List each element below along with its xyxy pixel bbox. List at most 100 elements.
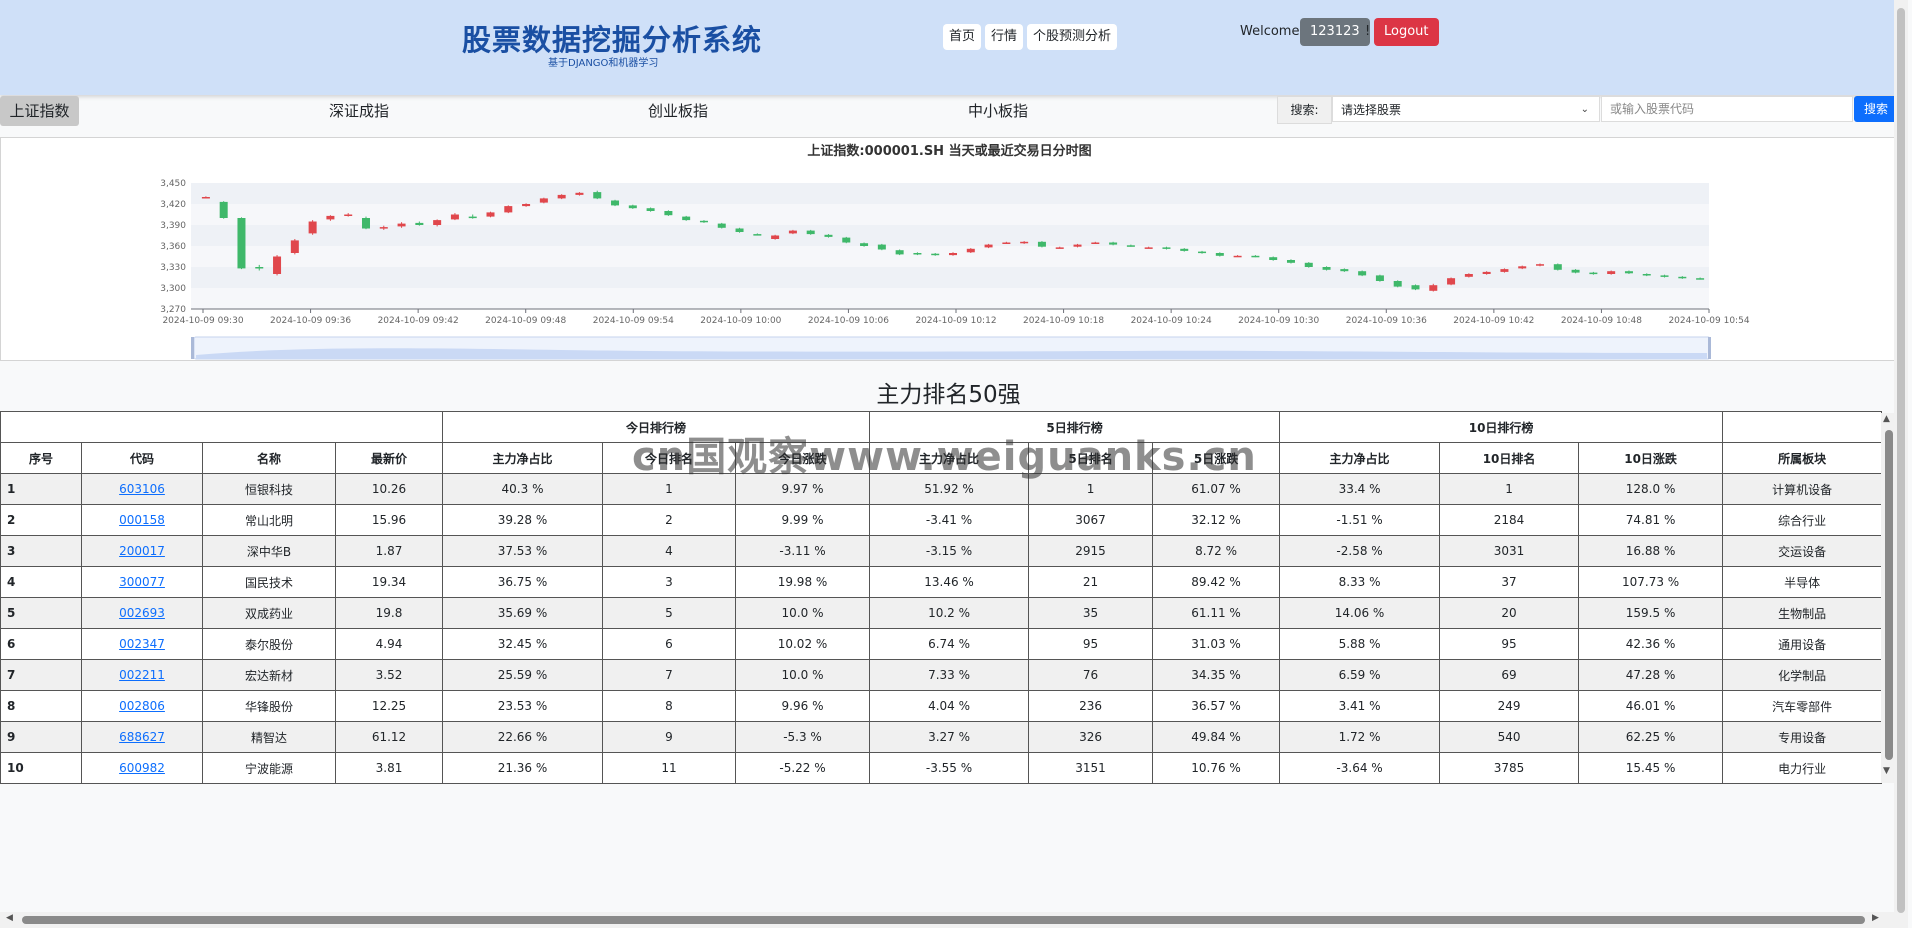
table-cell: 3785 xyxy=(1439,752,1580,784)
candle-body xyxy=(1269,257,1278,260)
table-cell: 69 xyxy=(1439,659,1580,691)
table-row[interactable]: 3 200017 深中华B 1.87 37.53 % 4 -3.11 % -3.15 % 291… xyxy=(0,535,1883,567)
group-header-blank xyxy=(0,411,443,443)
candle-body xyxy=(628,205,637,209)
table-cell: -3.15 % xyxy=(869,535,1030,567)
table-cell: 3 xyxy=(602,566,736,598)
x-tick-label: 2024-10-09 10:30 xyxy=(1238,316,1319,326)
table-cell: 专用设备 xyxy=(1722,721,1883,753)
candle-body xyxy=(522,204,531,207)
username-badge[interactable]: 123123 xyxy=(1300,18,1370,46)
group-header-5day: 5日排行榜 xyxy=(869,411,1281,443)
chevron-down-icon: ⌄ xyxy=(1580,104,1589,115)
table-row[interactable]: 4 300077 国民技术 19.34 36.75 % 3 19.98 % 13.46 % 21… xyxy=(0,566,1883,598)
grid-band xyxy=(191,183,1709,204)
x-tick-label: 2024-10-09 10:06 xyxy=(808,316,889,326)
table-row[interactable]: 5 002693 双成药业 19.8 35.69 % 5 10.0 % 10.2 % 35 61.… xyxy=(0,597,1883,629)
table-row[interactable]: 1 603106 恒银科技 10.26 40.3 % 1 9.97 % 51.92 % 1 61.… xyxy=(0,473,1883,505)
candle-body xyxy=(1073,244,1082,247)
candle-body xyxy=(1020,241,1029,244)
search-button[interactable]: 搜索 xyxy=(1854,96,1898,122)
tab-shanghai-index[interactable]: 上证指数 xyxy=(0,96,79,126)
nav-home[interactable]: 首页 xyxy=(943,24,982,50)
candle-body xyxy=(486,212,495,217)
table-row[interactable]: 2 000158 常山北明 15.96 39.28 % 2 9.99 % -3.41 % 306… xyxy=(0,504,1883,536)
table-row[interactable]: 6 002347 泰尔股份 4.94 32.45 % 6 10.02 % 6.74 % 95 31… xyxy=(0,628,1883,660)
table-row[interactable]: 7 002211 宏达新材 3.52 25.59 % 7 10.0 % 7.33 % 76 34.… xyxy=(0,659,1883,691)
candle-body xyxy=(1322,267,1331,270)
table-cell: 34.35 % xyxy=(1152,659,1281,691)
table-row[interactable]: 8 002806 华锋股份 12.25 23.53 % 8 9.96 % 4.04 % 236 3… xyxy=(0,690,1883,722)
column-header: 10日排名 xyxy=(1439,442,1580,474)
candle-body xyxy=(433,220,442,225)
table-row[interactable]: 10 600982 宁波能源 3.81 21.36 % 11 -5.22 % -3.55 % 3… xyxy=(0,752,1883,784)
page-horizontal-scrollbar-thumb[interactable] xyxy=(22,916,1865,924)
table-scrollbar-thumb[interactable] xyxy=(1885,430,1893,760)
candle-body xyxy=(273,256,282,274)
stock-code-link[interactable]: 002693 xyxy=(119,606,165,620)
table-row[interactable]: 9 688627 精智达 61.12 22.66 % 9 -5.3 % 3.27 % 326 49… xyxy=(0,721,1883,753)
page-vertical-scrollbar-thumb[interactable] xyxy=(1897,8,1905,913)
candle-body xyxy=(1251,255,1260,258)
index-tab-bar: 上证指数 深证成指 创业板指 中小板指 搜索: 请选择股票 ⌄ 搜索 xyxy=(0,96,1898,136)
candle-body xyxy=(1411,285,1420,290)
candle-body xyxy=(1055,247,1064,249)
stock-code-link[interactable]: 688627 xyxy=(119,730,165,744)
nav-market[interactable]: 行情 xyxy=(985,24,1024,50)
logout-button[interactable]: Logout xyxy=(1374,18,1439,46)
candle-body xyxy=(1642,274,1651,276)
table-cell: 半导体 xyxy=(1722,566,1883,598)
stock-code-link[interactable]: 300077 xyxy=(119,575,165,589)
candle-body xyxy=(1678,276,1687,279)
top-header: 股票数据挖掘分析系统 基于DJANGO和机器学习 首页 行情 个股预测分析 We… xyxy=(0,0,1897,95)
tab-sme-index[interactable]: 中小板指 xyxy=(968,96,1028,126)
table-cell: 326 xyxy=(1028,721,1154,753)
candle-body xyxy=(1553,264,1562,270)
table-cell: 3.81 xyxy=(335,752,443,784)
table-cell: 计算机设备 xyxy=(1722,473,1883,505)
table-cell: 21.36 % xyxy=(442,752,603,784)
table-cell: 2 xyxy=(0,504,82,536)
candle-body xyxy=(1109,242,1118,245)
table-cell: 3.52 xyxy=(335,659,443,691)
candle-body xyxy=(1607,271,1616,274)
candle-body xyxy=(1162,247,1171,249)
scroll-down-icon[interactable]: ▼ xyxy=(1883,766,1890,776)
stock-code-link[interactable]: 002347 xyxy=(119,637,165,651)
table-cell: 35.69 % xyxy=(442,597,603,629)
stock-code-link[interactable]: 002211 xyxy=(119,668,165,682)
stock-code-link[interactable]: 000158 xyxy=(119,513,165,527)
welcome-text: Welcome, xyxy=(1240,24,1304,39)
candle-body xyxy=(1126,245,1135,247)
stock-code-link[interactable]: 603106 xyxy=(119,482,165,496)
scroll-left-icon[interactable]: ◀ xyxy=(6,913,13,923)
table-cell: 9.99 % xyxy=(734,504,871,536)
table-cell: 3151 xyxy=(1028,752,1154,784)
table-cell: 61.07 % xyxy=(1152,473,1281,505)
candle-body xyxy=(1429,285,1438,291)
table-cell: 7.33 % xyxy=(869,659,1030,691)
stock-code-link[interactable]: 200017 xyxy=(119,544,165,558)
table-cell: 12.25 xyxy=(335,690,443,722)
table-cell: 通用设备 xyxy=(1722,628,1883,660)
stock-code-input[interactable] xyxy=(1601,96,1853,122)
candle-body xyxy=(646,208,655,211)
table-cell: 5.88 % xyxy=(1279,628,1441,660)
tab-shenzhen-index[interactable]: 深证成指 xyxy=(329,96,389,126)
y-tick-label: 3,300 xyxy=(160,284,186,294)
stock-code-link[interactable]: 002806 xyxy=(119,699,165,713)
scroll-up-icon[interactable]: ▲ xyxy=(1883,414,1890,424)
candle-body xyxy=(1091,242,1100,244)
scroll-right-icon[interactable]: ▶ xyxy=(1872,913,1879,923)
table-cell: 21 xyxy=(1028,566,1154,598)
table-cell: 3067 xyxy=(1028,504,1154,536)
stock-select[interactable]: 请选择股票 ⌄ xyxy=(1332,96,1600,122)
stock-code-link[interactable]: 600982 xyxy=(119,761,165,775)
tab-chinext-index[interactable]: 创业板指 xyxy=(648,96,708,126)
table-cell: 8.72 % xyxy=(1152,535,1281,567)
y-tick-label: 3,360 xyxy=(160,242,186,252)
candle-body xyxy=(237,218,246,269)
nav-prediction[interactable]: 个股预测分析 xyxy=(1027,24,1118,50)
table-cell: 15.96 xyxy=(335,504,443,536)
table-cell: 89.42 % xyxy=(1152,566,1281,598)
